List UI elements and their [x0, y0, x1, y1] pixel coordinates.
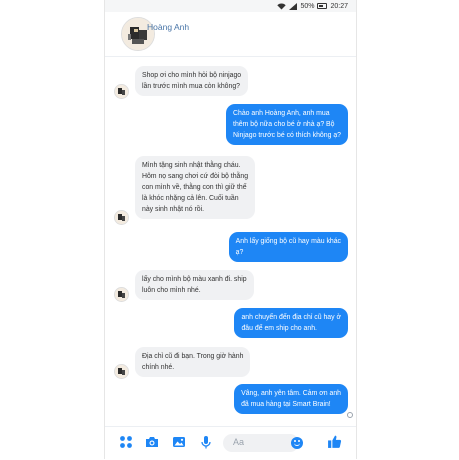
sender-avatar[interactable]	[114, 84, 129, 99]
sender-avatar[interactable]	[114, 287, 129, 302]
image-icon[interactable]	[172, 435, 186, 449]
message-incoming[interactable]: lấy cho mình bộ màu xanh đi. ship luôn c…	[135, 270, 254, 300]
signal-icon	[289, 2, 298, 10]
camera-icon[interactable]	[145, 435, 159, 449]
apps-icon[interactable]	[119, 435, 133, 449]
emoji-icon[interactable]	[291, 437, 303, 449]
message-incoming[interactable]: Mình tặng sinh nhật thằng cháu. Hôm nọ s…	[135, 156, 256, 219]
thumbs-up-icon[interactable]	[327, 434, 342, 449]
wifi-icon	[277, 2, 287, 10]
status-bar: 50% 20:27	[105, 0, 356, 12]
message-outgoing[interactable]: Chào anh Hoàng Anh, anh mua thêm bộ nữa …	[226, 104, 348, 145]
message-input[interactable]: Aa	[223, 434, 299, 452]
battery-percent: 50%	[300, 2, 315, 10]
battery-icon	[317, 3, 328, 9]
seen-indicator-icon	[347, 412, 353, 418]
message-incoming[interactable]: Địa chỉ cũ đi bạn. Trong giờ hành chính …	[135, 347, 251, 377]
composer-bar: Aa	[105, 426, 356, 460]
contact-name[interactable]: Hoàng Anh	[147, 22, 189, 32]
message-outgoing[interactable]: Vâng, anh yên tâm. Cảm ơn anh đã mua hàn…	[234, 384, 348, 414]
message-input-placeholder: Aa	[233, 437, 245, 447]
clock: 20:27	[330, 2, 348, 10]
sender-avatar[interactable]	[114, 210, 129, 225]
message-incoming[interactable]: Shop ơi cho mình hỏi bộ ninjago lần trướ…	[135, 66, 249, 96]
messenger-window: 50% 20:27 Hoàng Anh Shop ơi cho mình hỏi…	[104, 0, 357, 459]
microphone-icon[interactable]	[199, 435, 213, 449]
message-outgoing[interactable]: Anh lấy giống bộ cũ hay màu khác ạ?	[228, 232, 348, 262]
sender-avatar[interactable]	[114, 364, 129, 379]
message-outgoing[interactable]: anh chuyển đến địa chỉ cũ hay ở đâu để e…	[234, 308, 348, 338]
chat-header: Hoàng Anh	[105, 12, 356, 57]
